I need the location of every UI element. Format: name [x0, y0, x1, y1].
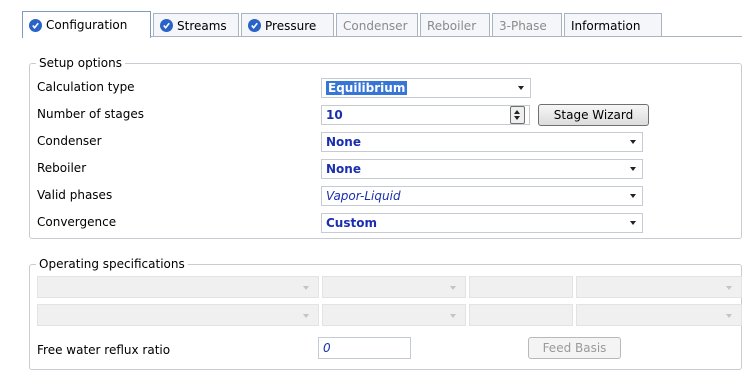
calculation-type-value: Equilibrium	[326, 81, 408, 95]
calculation-type-select[interactable]: Equilibrium	[321, 78, 531, 98]
tab-pressure[interactable]: Pressure	[241, 13, 334, 37]
tab-label: Condenser	[343, 18, 408, 33]
number-of-stages-value: 10	[326, 108, 343, 122]
spec-type-select-2	[37, 304, 319, 326]
tab-reboiler[interactable]: Reboiler	[420, 13, 490, 37]
tab-label: Information	[571, 18, 641, 33]
chevron-down-icon	[726, 314, 732, 318]
feed-basis-button: Feed Basis	[528, 337, 621, 359]
tab-information[interactable]: Information	[564, 13, 662, 37]
stepper-down-icon[interactable]	[514, 116, 520, 120]
spec-units-select-1	[576, 276, 742, 298]
number-of-stages-input[interactable]: 10	[321, 105, 530, 125]
convergence-select[interactable]: Custom	[321, 213, 643, 233]
condenser-value: None	[326, 135, 361, 149]
free-water-reflux-label: Free water reflux ratio	[37, 343, 171, 357]
stage-wizard-button[interactable]: Stage Wizard	[538, 104, 649, 126]
chevron-down-icon	[630, 221, 636, 225]
tab-streams[interactable]: Streams	[153, 13, 239, 37]
spec-value-input-2	[469, 304, 573, 326]
chevron-down-icon	[630, 140, 636, 144]
valid-phases-value: Vapor-Liquid	[326, 189, 401, 203]
valid-phases-label: Valid phases	[37, 188, 113, 202]
spec-basis-select-1	[322, 276, 466, 298]
tab-label: Reboiler	[427, 18, 477, 33]
spec-value-input-1	[469, 276, 573, 298]
stepper-up-icon[interactable]	[514, 110, 520, 114]
tab-configuration[interactable]: Configuration	[22, 11, 151, 38]
chevron-down-icon	[303, 286, 309, 290]
tab-condenser[interactable]: Condenser	[336, 13, 418, 37]
spec-basis-select-2	[322, 304, 466, 326]
reboiler-label: Reboiler	[37, 161, 87, 175]
chevron-down-icon	[450, 314, 456, 318]
spec-units-select-2	[576, 304, 742, 326]
chevron-down-icon	[726, 286, 732, 290]
tab-label: Configuration	[46, 18, 128, 32]
check-icon	[160, 19, 173, 32]
configuration-page: Configuration Streams Pressure Condenser…	[0, 0, 742, 373]
chevron-down-icon	[630, 167, 636, 171]
tab-label: Streams	[177, 18, 227, 33]
spec-type-select-1	[37, 276, 319, 298]
reboiler-value: None	[326, 162, 361, 176]
number-of-stages-label: Number of stages	[37, 107, 144, 121]
tab-label: Pressure	[265, 18, 317, 33]
free-water-reflux-value: 0	[323, 341, 331, 355]
check-icon	[248, 19, 261, 32]
calculation-type-label: Calculation type	[37, 80, 135, 94]
condenser-select[interactable]: None	[321, 132, 643, 152]
stages-stepper[interactable]	[510, 106, 525, 124]
feed-basis-label: Feed Basis	[542, 341, 607, 355]
valid-phases-select[interactable]: Vapor-Liquid	[321, 186, 643, 206]
operating-specifications-title: Operating specifications	[36, 257, 188, 271]
chevron-down-icon	[630, 194, 636, 198]
chevron-down-icon	[303, 314, 309, 318]
condenser-label: Condenser	[37, 134, 102, 148]
tab-3-phase[interactable]: 3-Phase	[492, 13, 562, 37]
free-water-reflux-input[interactable]: 0	[318, 337, 411, 359]
tab-label: 3-Phase	[499, 18, 547, 33]
reboiler-select[interactable]: None	[321, 159, 643, 179]
check-icon	[29, 18, 42, 32]
chevron-down-icon	[518, 86, 524, 90]
chevron-down-icon	[450, 286, 456, 290]
convergence-label: Convergence	[37, 215, 117, 229]
setup-options-title: Setup options	[36, 56, 125, 70]
stage-wizard-label: Stage Wizard	[553, 108, 634, 122]
convergence-value: Custom	[326, 216, 377, 230]
